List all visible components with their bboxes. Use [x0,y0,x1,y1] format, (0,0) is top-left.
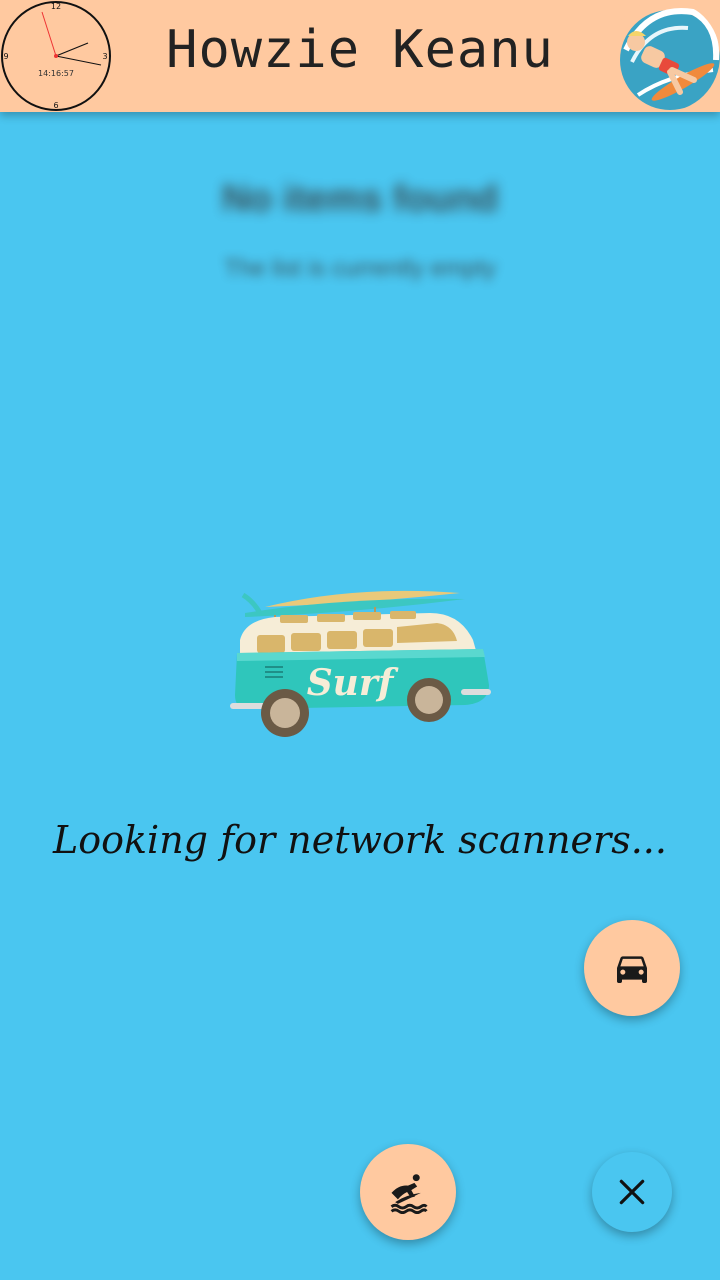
scanner-status-text: Looking for network scanners... [53,818,667,862]
close-fab-button[interactable] [592,1152,672,1232]
clock-mark-6: 6 [53,101,58,110]
empty-state-subtitle: The list is currently empty [223,255,497,282]
close-icon [619,1179,645,1205]
surf-van-icon: Surf [230,590,491,737]
app-header: 12 3 6 9 14:16:57 Howzie Keanu [0,0,720,112]
clock-mark-12: 12 [51,2,61,11]
car-icon [617,956,647,983]
van-surf-text: Surf [307,662,399,704]
empty-state-title: No items found [221,178,499,220]
surfer-avatar-icon[interactable] [608,0,720,112]
car-fab-button[interactable] [584,920,680,1016]
surf-fab-button[interactable] [360,1144,456,1240]
surfing-icon [390,1174,428,1214]
